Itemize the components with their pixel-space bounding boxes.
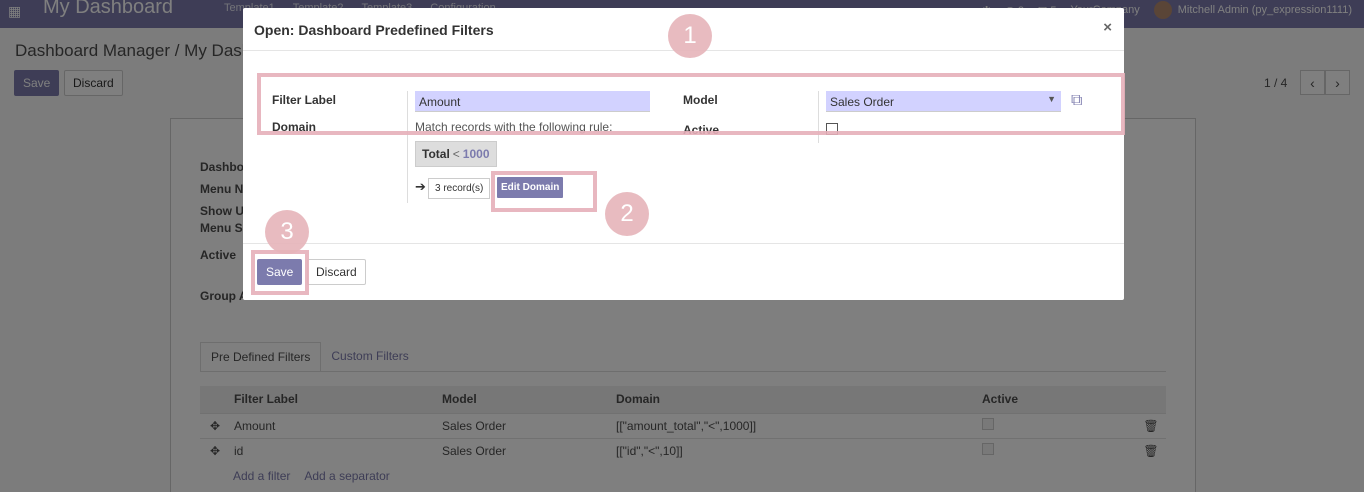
highlight-box-fields	[257, 73, 1125, 135]
step-number-1: 1	[668, 14, 712, 58]
step-number-3: 3	[265, 210, 309, 254]
records-count-button[interactable]: 3 record(s)	[428, 178, 491, 199]
domain-value: 1000	[462, 147, 490, 161]
step-number-2: 2	[605, 192, 649, 236]
domain-field: Total	[422, 147, 450, 161]
modal-title: Open: Dashboard Predefined Filters	[254, 22, 494, 38]
arrow-right-icon: ➔	[415, 179, 426, 194]
modal-discard-button[interactable]: Discard	[307, 259, 366, 285]
highlight-box-save	[251, 250, 309, 295]
modal-footer: Save Discard	[243, 243, 1124, 300]
highlight-box-edit-domain	[491, 171, 597, 212]
domain-rule-pill[interactable]: Total <1000	[415, 141, 497, 167]
domain-operator: <	[452, 147, 460, 161]
close-icon[interactable]: ×	[1103, 19, 1112, 36]
